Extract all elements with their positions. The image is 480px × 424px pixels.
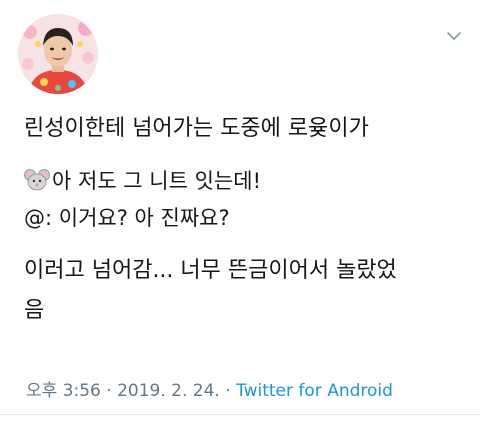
tweet-time[interactable]: 오후 3:56	[26, 381, 101, 401]
avatar-image	[18, 14, 98, 94]
tweet-text-line-2-label: 아 저도 그 니트 잇는데!	[52, 169, 261, 193]
mouse-face-icon	[24, 169, 50, 191]
tweet-card: 린성이한테 넘어가는 도중에 로윶이가 아 저도 그 니트 잇는데! @: 이거…	[0, 0, 480, 424]
meta-separator: ·	[219, 381, 237, 401]
chevron-down-icon[interactable]	[446, 28, 462, 44]
divider	[0, 414, 480, 415]
meta-separator: ·	[100, 381, 118, 401]
avatar[interactable]	[18, 14, 98, 94]
tweet-text-line-4: 이러고 넘어감... 너무 뜬금이어서 놀랐었	[24, 258, 397, 283]
tweet-text-line-5: 음	[24, 298, 45, 323]
tweet-meta: 오후 3:56 · 2019. 2. 24. · Twitter for And…	[26, 376, 393, 401]
tweet-text-line-2: 아 저도 그 니트 잇는데!	[24, 168, 261, 192]
tweet-source-link[interactable]: Twitter for Android	[236, 381, 393, 401]
tweet-text-line-3: @: 이거요? 아 진짜요?	[24, 206, 230, 230]
tweet-text-line-1: 린성이한테 넘어가는 도중에 로윶이가	[24, 116, 369, 141]
tweet-date[interactable]: 2019. 2. 24.	[117, 381, 220, 401]
